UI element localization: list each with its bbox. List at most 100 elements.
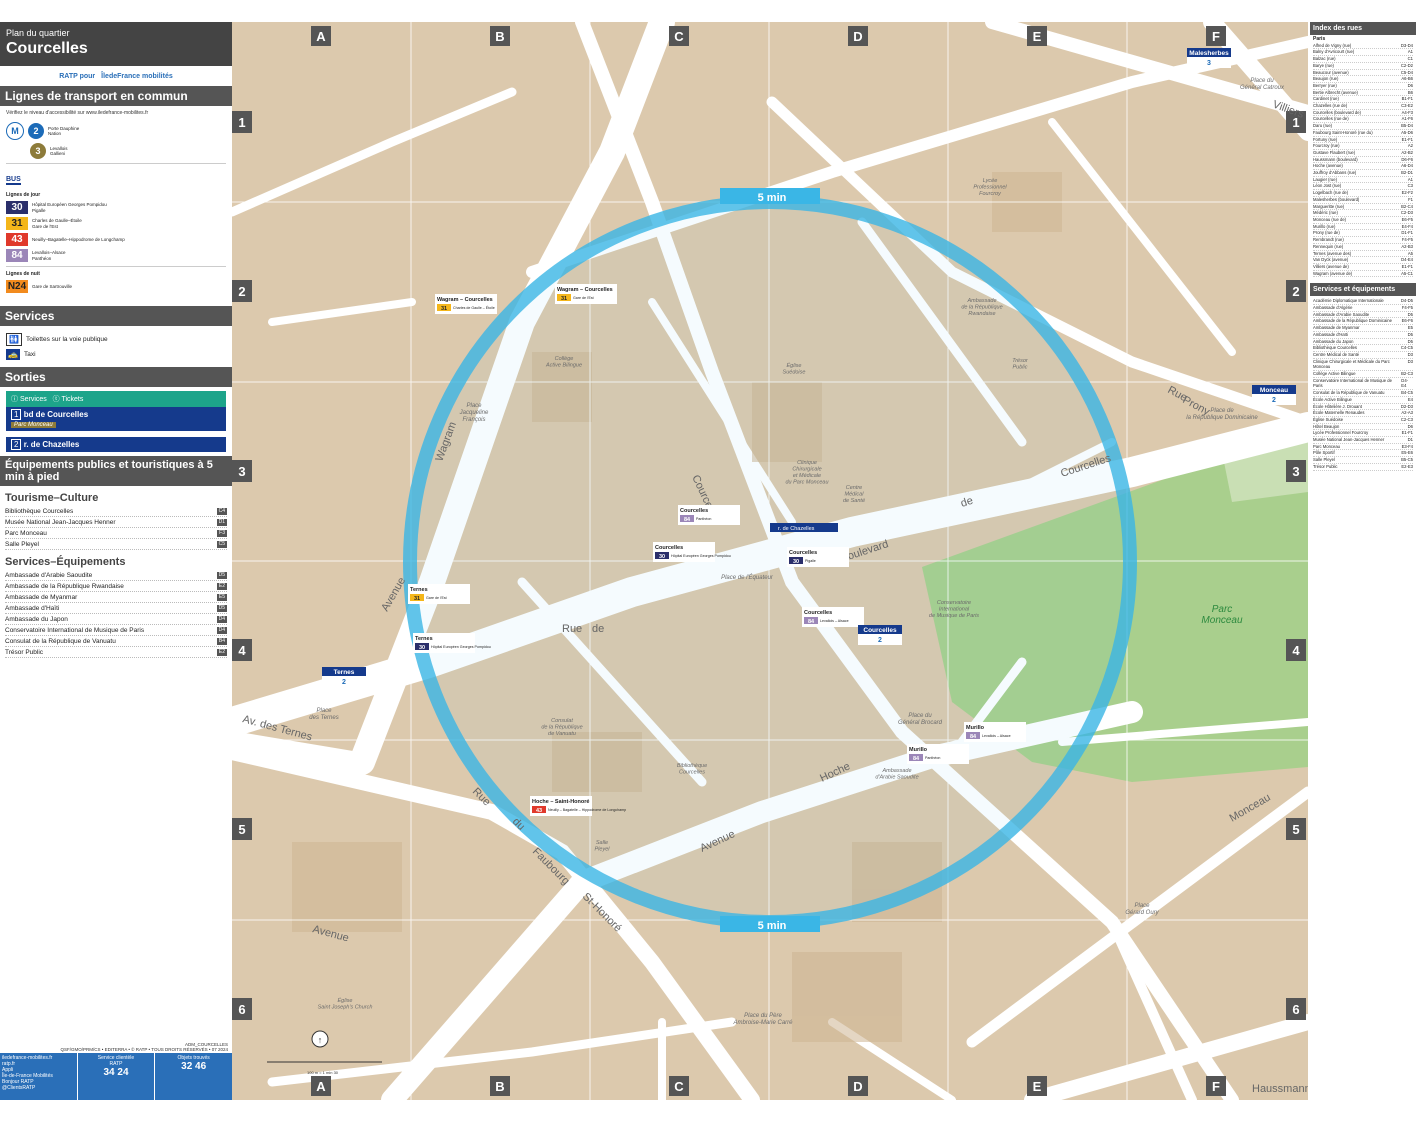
index-row: Cardinet (rue) B1-F1 <box>1313 96 1413 104</box>
index-row: École Maternelle Renaudes A2-A3 <box>1313 410 1413 417</box>
index-row-ref: E1-F1 <box>1401 263 1413 269</box>
footer-x-text[interactable]: @ClientsRATP <box>2 1085 35 1091</box>
equip-title: Équipements publics et touristiques à 5 … <box>0 456 232 486</box>
index-row-ref: A5-C1 <box>1401 270 1413 276</box>
grid-col-label: B <box>495 29 504 44</box>
ratp-logo: RATP pour <box>59 72 96 80</box>
index-row-name: Gustave Flaubert (rue) <box>1313 149 1356 155</box>
bus-stop[interactable]: Wagram – Courcelles 31 Charles de Gaulle –… <box>435 294 497 314</box>
poi-name: Chirurgicale <box>792 467 821 473</box>
poi-name: Clinique <box>797 460 817 466</box>
poi-list-item[interactable]: Ambassade de la République Rwandaise E2 <box>5 581 227 592</box>
bus-stop[interactable]: Courcelles 84 Levallois – Alsace <box>802 607 864 627</box>
bus-stop[interactable]: Murillo 84 Panthéon <box>907 744 969 764</box>
footer-svc-number[interactable]: 34 24 <box>103 1067 128 1078</box>
bus-line-dest: Levallois–Alsace Panthéon <box>32 250 66 261</box>
poi-name: Médical <box>845 492 865 498</box>
poi-list-ref: E2 <box>216 648 227 656</box>
index-row: Barye (rue) C2-D2 <box>1313 63 1413 70</box>
bus-stop[interactable]: Courcelles 30 Pigalle <box>787 547 849 567</box>
metro-station[interactable]: Monceau 2 <box>1252 385 1296 405</box>
index-row-ref: F4-F5 <box>1401 305 1413 311</box>
poi-list-item[interactable]: Musée National Jean-Jacques Henner D1 <box>5 517 227 528</box>
poi-name: Active Bilingue <box>545 363 582 369</box>
footer-lost-number[interactable]: 32 46 <box>181 1061 206 1072</box>
night-lines-label: Lignes de nuit <box>6 271 40 277</box>
poi-list-item[interactable]: Ambassade d'Arabie Saoudite D5 <box>5 570 227 581</box>
poi-list-item[interactable]: Ambassade de Myanmar E5 <box>5 592 227 603</box>
place-name: Place du Père <box>744 1013 782 1019</box>
index-row: Collège Active Bilingue B2-C3 <box>1313 371 1413 378</box>
bus-stop[interactable]: Murillo 84 Levallois – Alsace <box>964 722 1026 742</box>
poi-list-item[interactable]: Parc Monceau F3 <box>5 528 227 539</box>
index-row-name: École Maternelle Renaudes <box>1313 410 1365 416</box>
footer-web-text[interactable]: iledefrance-mobilites.fr ratp.fr <box>2 1055 52 1067</box>
index-row-name: Ambassade du Japon <box>1313 338 1354 344</box>
poi-list-name: Salle Pleyel <box>5 540 39 548</box>
bus-stop-name: Ternes <box>410 587 428 593</box>
footer-web[interactable]: iledefrance-mobilites.fr ratp.fr Appli Î… <box>0 1053 78 1100</box>
index-row: Courcelles (rue de) A1-F6 <box>1313 116 1413 124</box>
index-row-name: Église Suédoise <box>1313 416 1344 422</box>
index-row-name: Ternes (avenue des) <box>1313 250 1352 256</box>
bus-stop[interactable]: Wagram – Courcelles 31 Gare de l'Est <box>555 284 617 304</box>
index-row-name: Faubourg Saint-Honoré (rue du) <box>1313 129 1373 135</box>
metro-station[interactable]: Ternes 2 <box>322 667 366 687</box>
index-row-name: Villiers (avenue de) <box>1313 263 1349 269</box>
index-row-ref: E2-E3 <box>1401 463 1413 469</box>
poi-list-item[interactable]: Trésor Public E2 <box>5 647 227 658</box>
poi-list-ref: C5 <box>216 540 227 548</box>
index-row-ref: A1-F6 <box>1401 116 1413 122</box>
poi-list-item[interactable]: Salle Pleyel C5 <box>5 539 227 550</box>
station-name: Ternes <box>334 669 355 676</box>
cat-services: Services–Équipements <box>5 556 126 568</box>
poi-name: Bibliothèque <box>677 763 707 769</box>
bus-stop-dest: Hôpital Européen Georges Pompidou <box>671 554 731 558</box>
index-row-name: Pôle Sportif <box>1313 450 1335 456</box>
footer-app-text[interactable]: Appli Île-de-France Mobilités Bonjour RA… <box>2 1067 53 1085</box>
station-lines: 2 <box>1272 397 1276 404</box>
index-row-name: Académie Diplomatique Internationale <box>1313 298 1384 304</box>
bus-stop-line: 84 <box>808 619 815 625</box>
poi-name: Rwandaise <box>968 311 995 317</box>
grid-row-label: 4 <box>238 643 246 658</box>
index-row: Fortuny (rue) E1-F1 <box>1313 137 1413 144</box>
poi-name: Église <box>338 997 353 1004</box>
poi-list-name: Trésor Public <box>5 648 44 656</box>
poi-list-name: Parc Monceau <box>5 529 47 537</box>
index-row-ref: D3-D4 <box>1400 42 1413 48</box>
bus-stop[interactable]: Courcelles 84 Panthéon <box>678 505 740 525</box>
map[interactable]: 5 min 5 min AABBCCDDEEFF 112233445566 Bo… <box>232 22 1308 1100</box>
poi-list-item[interactable]: Consulat de la République de Vanuatu B4 <box>5 636 227 647</box>
poi-list-item[interactable]: Ambassade du Japon D4 <box>5 614 227 625</box>
poi-list-item[interactable]: Conservatoire International de Musique d… <box>5 625 227 636</box>
footer: iledefrance-mobilites.fr ratp.fr Appli Î… <box>0 1053 232 1100</box>
index-row-ref: A2-B2 <box>1401 149 1413 155</box>
index-row: Balzac (rue) C1 <box>1313 56 1413 63</box>
index-row-ref: C3 <box>1407 183 1413 189</box>
bus-stop[interactable]: Ternes 31 Gare de l'Est <box>408 584 470 604</box>
service-taxi: Taxi <box>23 351 36 358</box>
grid-col-label: D <box>853 1079 862 1094</box>
index-row-name: Lycée Professionnel Fourcroy <box>1313 430 1369 436</box>
index-row-ref: C4-C5 <box>1400 345 1413 351</box>
metro-station[interactable]: Courcelles 2 <box>858 625 902 645</box>
index-row-name: Margueritte (rue) <box>1313 203 1345 209</box>
index-row: Ambassade de la République Dominicaine E6… <box>1313 318 1413 326</box>
poi-list-item[interactable]: Ambassade d'Haïti D5 <box>5 603 227 614</box>
map-svg: 5 min 5 min AABBCCDDEEFF 1 12 23 34 45 56 6 Bo… <box>232 22 1308 1100</box>
index-row: Clinique Chirurgicale et Médicale du Par… <box>1313 359 1413 372</box>
bus-stop-dest: Gare de l'Est <box>573 296 594 300</box>
metro-station[interactable]: Malesherbes 3 <box>1187 48 1231 68</box>
poi-name: Saint Joseph's Church <box>318 1005 373 1011</box>
place-name: Place <box>466 403 482 409</box>
header-subtitle: Plan du quartier <box>6 28 70 38</box>
index-row-name: Ambassade d'Arabie Saoudite <box>1313 311 1370 317</box>
index-row: Murillo (rue) E4-F4 <box>1313 224 1413 231</box>
bus-stop-line: 31 <box>561 296 567 302</box>
index-row-name: Daru (rue) <box>1313 123 1333 129</box>
index-row: Monceau (rue de) E6-F5 <box>1313 217 1413 224</box>
cat-tourisme: Tourisme–Culture <box>5 492 99 504</box>
poi-list-item[interactable]: Bibliothèque Courcelles C4 <box>5 506 227 517</box>
grid-col-label: B <box>495 1079 504 1094</box>
